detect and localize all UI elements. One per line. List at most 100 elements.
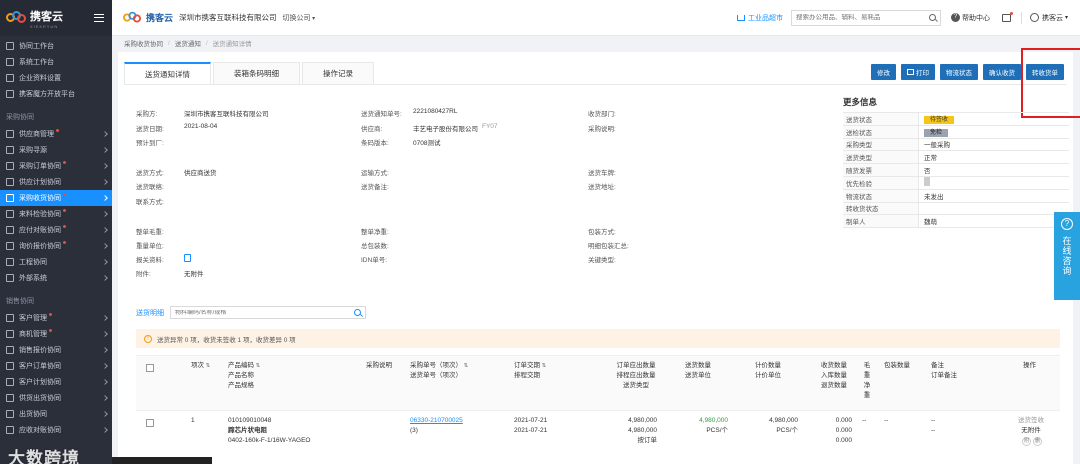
consult-label: 在线咨询 [1061, 236, 1072, 276]
sidebar-item-purchase-0[interactable]: 供应商管理 [0, 126, 112, 142]
switch-company-button[interactable]: 切换公司 [283, 13, 316, 23]
breadcrumb-item[interactable]: 送货通知 [175, 38, 201, 48]
message-icon[interactable] [1001, 11, 1013, 22]
search-icon[interactable] [354, 309, 361, 316]
row-remark: -- -- [931, 417, 936, 434]
transfer-receipt-button[interactable]: 转收货单 [1026, 64, 1064, 80]
help-label: 帮助中心 [961, 14, 990, 22]
chevron-right-icon [102, 163, 108, 169]
sidebar-item-sales-2[interactable]: 销售报价协同 [0, 342, 112, 358]
col-item-no[interactable]: 项次 [191, 361, 210, 371]
breadcrumb-current: 送货通知详情 [212, 41, 252, 48]
sidebar-item-purchase-6[interactable]: 应付对账协同 [0, 222, 112, 238]
online-consult-button[interactable]: ? 在线咨询 [1054, 212, 1080, 300]
sidebar-item-openplatform[interactable]: 携客魔方开放平台 [0, 86, 112, 102]
cube-icon [6, 90, 14, 98]
menu-icon [6, 130, 14, 138]
field-transport: 运输方式: [361, 170, 389, 177]
user-menu[interactable]: 携客云 ▾ [1029, 13, 1068, 23]
question-icon: ? [1061, 218, 1073, 230]
menu-icon [6, 274, 14, 282]
header-logo[interactable]: 携客云 [122, 11, 179, 25]
sidebar-item-sales-6[interactable]: 出货协同 [0, 406, 112, 422]
sidebar-item-sales-0[interactable]: 客户管理 [0, 310, 112, 326]
search-icon[interactable] [928, 14, 936, 21]
detail-label[interactable]: 送货明细 [136, 308, 164, 318]
row-gross: -- [862, 417, 867, 424]
menu-icon [6, 146, 14, 154]
menu-icon [6, 226, 14, 234]
breadcrumb: 采购收货协同 / 送货通知 / 送货通知详情 [112, 36, 1080, 50]
edit-button[interactable]: 修改 [871, 64, 896, 80]
notification-dot [63, 241, 66, 244]
row-checkbox[interactable] [146, 419, 154, 427]
more-info-table: 送货状态 待签收 送检状态 免检 采购类型 一般采购 送货类型 正常 随货发票否优先检验 物流状态… [843, 112, 1069, 229]
col-pack-qty: 包装数量 [884, 362, 910, 369]
more-info-row: 制单人 魏萌 [843, 215, 1069, 229]
col-order-qty: 订单应出数量 排程应出数量 送货类型 [616, 362, 656, 389]
sidebar-item-purchase-9[interactable]: 外部系统 [0, 270, 112, 286]
select-all-checkbox[interactable] [146, 364, 154, 372]
chevron-right-icon [102, 347, 108, 353]
tab-operation-log[interactable]: 操作记录 [302, 62, 374, 84]
user-icon [1029, 13, 1039, 22]
col-operation: 操作 [1023, 362, 1036, 369]
sidebar-item-sales-7[interactable]: 应收对账协同 [0, 422, 112, 438]
sidebar-item-purchase-1[interactable]: 采购寻源 [0, 142, 112, 158]
row-order-no: 06330-210700025 (3) [410, 416, 463, 434]
workbench-icon [6, 42, 14, 50]
sidebar-item-purchase-4[interactable]: 采购收货协同 [0, 190, 112, 206]
help-center-link[interactable]: ? 帮助中心 [950, 13, 990, 23]
logistics-button[interactable]: 物流状态 [940, 64, 978, 80]
sidebar-item-purchase-7[interactable]: 询价报价协同 [0, 238, 112, 254]
sidebar: 携客云 XIEKEYUN 协同工作台 系统工作台 企业资料设置 携客魔方开放平台… [0, 0, 112, 464]
sidebar-item-sales-3[interactable]: 客户订单协同 [0, 358, 112, 374]
tab-notice-detail[interactable]: 送货通知详情 [124, 62, 211, 84]
chevron-down-icon: ▾ [1064, 15, 1068, 21]
menu-icon [6, 346, 14, 354]
mall-link[interactable]: 工业品超市 [736, 13, 783, 23]
col-delivery-qty: 送货数量 送货单位 [685, 362, 711, 379]
document-icon[interactable] [184, 254, 191, 262]
delete-button[interactable]: 删 [1033, 437, 1042, 446]
col-gross-net: 毛 重 净 重 [863, 362, 871, 399]
confirm-receipt-button[interactable]: 确认收货 [983, 64, 1021, 80]
sidebar-item-company[interactable]: 企业资料设置 [0, 70, 112, 86]
breadcrumb-item[interactable]: 采购收货协同 [124, 38, 163, 48]
menu-icon [6, 394, 14, 402]
sidebar-purchase-list: 供应商管理 采购寻源 采购订单协同 供应计划协同 采购收货协同 来料检验协同 应付对账协同询… [0, 126, 112, 286]
notification-dot [63, 225, 66, 228]
sidebar-item-sales-4[interactable]: 客户计划协同 [0, 374, 112, 390]
row-item-no: 1 [191, 417, 195, 424]
top-header: 携客云 深圳市携客互联科技有限公司 切换公司 工业品超市 ? 帮助中心 携客云 … [112, 0, 1080, 36]
col-order-dates: 订单交期 排程交期 [514, 361, 546, 381]
detail-search-input[interactable] [175, 309, 354, 316]
sidebar-item-purchase-5[interactable]: 来料检验协同 [0, 206, 112, 222]
field-delivery-method: 送货方式: 供应商送货 [136, 170, 217, 177]
sidebar-item-system[interactable]: 系统工作台 [0, 54, 112, 70]
chevron-right-icon [102, 179, 108, 185]
attach-button[interactable]: 附 [1022, 437, 1031, 446]
more-info-panel: 更多信息 送货状态 待签收 送检状态 免检 采购类型 一般采购 送货类型 正常 随货发票否优先检… [843, 96, 1069, 229]
sidebar-item-purchase-8[interactable]: 工程协同 [0, 254, 112, 270]
header-search [790, 9, 941, 26]
sidebar-item-purchase-2[interactable]: 采购订单协同 [0, 158, 112, 174]
field-supplier: 供应商: 丰艺电子股份有限公司 FY07 [361, 123, 498, 133]
more-info-row: 采购类型 一般采购 [843, 138, 1069, 152]
menu-toggle-icon[interactable] [94, 14, 104, 22]
sidebar-item-workbench[interactable]: 协同工作台 [0, 38, 112, 54]
more-info-row: 物流状态 未发出 [843, 189, 1069, 203]
sidebar-item-sales-5[interactable]: 供货出货协同 [0, 390, 112, 406]
warning-icon: ! [144, 334, 152, 343]
chevron-right-icon [102, 147, 108, 153]
print-button[interactable]: 打印 [901, 64, 935, 80]
chevron-right-icon [102, 331, 108, 337]
sidebar-item-sales-1[interactable]: 商机管理 [0, 326, 112, 342]
field-total-boxes: 总包装数: [361, 243, 389, 250]
chevron-right-icon [102, 395, 108, 401]
row-product: 010109010048 蹄芯片状电阻 0402-160k-F-1/16W-YA… [228, 417, 311, 444]
order-link[interactable]: 06330-210700025 [410, 416, 463, 426]
tab-barcode-detail[interactable]: 装箱条码明细 [213, 62, 300, 84]
sidebar-item-purchase-3[interactable]: 供应计划协同 [0, 174, 112, 190]
header-search-input[interactable] [795, 14, 929, 21]
